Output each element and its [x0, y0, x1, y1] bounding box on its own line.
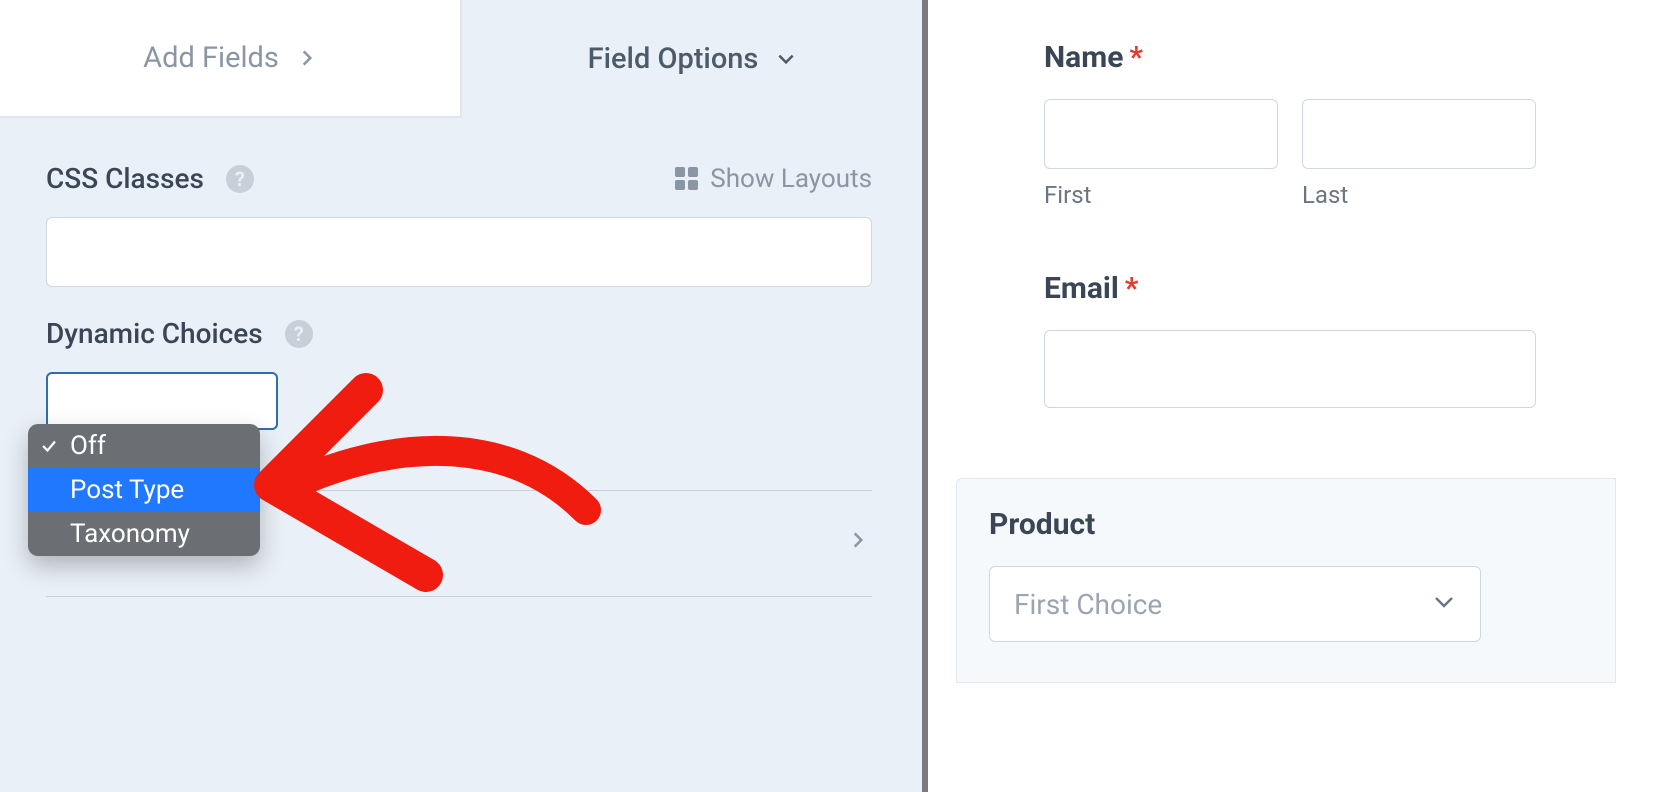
field-options-panel: Add Fields Field Options CSS Classes ? S: [0, 0, 928, 792]
option-label: Off: [70, 431, 106, 461]
tab-add-fields[interactable]: Add Fields: [0, 0, 462, 118]
required-indicator: *: [1125, 271, 1139, 306]
form-preview: Name* First Last Email* Product First Ch…: [934, 0, 1678, 792]
check-icon: [40, 437, 58, 455]
chevron-down-icon: [776, 49, 796, 69]
product-select[interactable]: First Choice: [989, 566, 1481, 642]
tab-field-options[interactable]: Field Options: [462, 0, 922, 118]
option-taxonomy[interactable]: Taxonomy: [28, 512, 260, 556]
required-indicator: *: [1129, 40, 1143, 75]
help-icon[interactable]: ?: [226, 165, 254, 193]
panel-tabs: Add Fields Field Options: [0, 0, 922, 118]
first-sublabel: First: [1044, 181, 1278, 209]
chevron-right-icon: [848, 525, 868, 562]
last-sublabel: Last: [1302, 181, 1536, 209]
tab-label: Add Fields: [143, 41, 279, 75]
dynamic-choices-label: Dynamic Choices: [46, 317, 263, 350]
dynamic-choices-select[interactable]: [46, 372, 278, 430]
option-label: Taxonomy: [70, 519, 190, 549]
product-label: Product: [989, 507, 1583, 542]
help-icon[interactable]: ?: [285, 320, 313, 348]
first-name-input[interactable]: [1044, 99, 1278, 169]
email-label: Email: [1044, 271, 1119, 306]
css-classes-section: CSS Classes ? Show Layouts: [46, 162, 872, 287]
option-label: Post Type: [70, 475, 184, 505]
show-layouts-button[interactable]: Show Layouts: [675, 164, 872, 194]
css-classes-input[interactable]: [46, 217, 872, 287]
email-input[interactable]: [1044, 330, 1536, 408]
product-selected-value: First Choice: [1014, 588, 1162, 621]
option-post-type[interactable]: Post Type: [28, 468, 260, 512]
grid-icon: [675, 167, 698, 190]
name-field: Name* First Last: [1044, 40, 1678, 209]
dynamic-choices-section: Dynamic Choices ?: [46, 317, 872, 430]
last-name-input[interactable]: [1302, 99, 1536, 169]
email-field: Email*: [1044, 271, 1678, 408]
name-label: Name: [1044, 40, 1123, 75]
chevron-right-icon: [297, 48, 317, 68]
css-classes-label: CSS Classes: [46, 162, 204, 195]
tab-label: Field Options: [588, 42, 759, 76]
show-layouts-label: Show Layouts: [710, 164, 872, 194]
dynamic-choices-dropdown[interactable]: Off Post Type Taxonomy: [28, 424, 260, 556]
chevron-down-icon: [1432, 588, 1456, 621]
option-off[interactable]: Off: [28, 424, 260, 468]
product-field-card[interactable]: Product First Choice: [956, 478, 1616, 683]
